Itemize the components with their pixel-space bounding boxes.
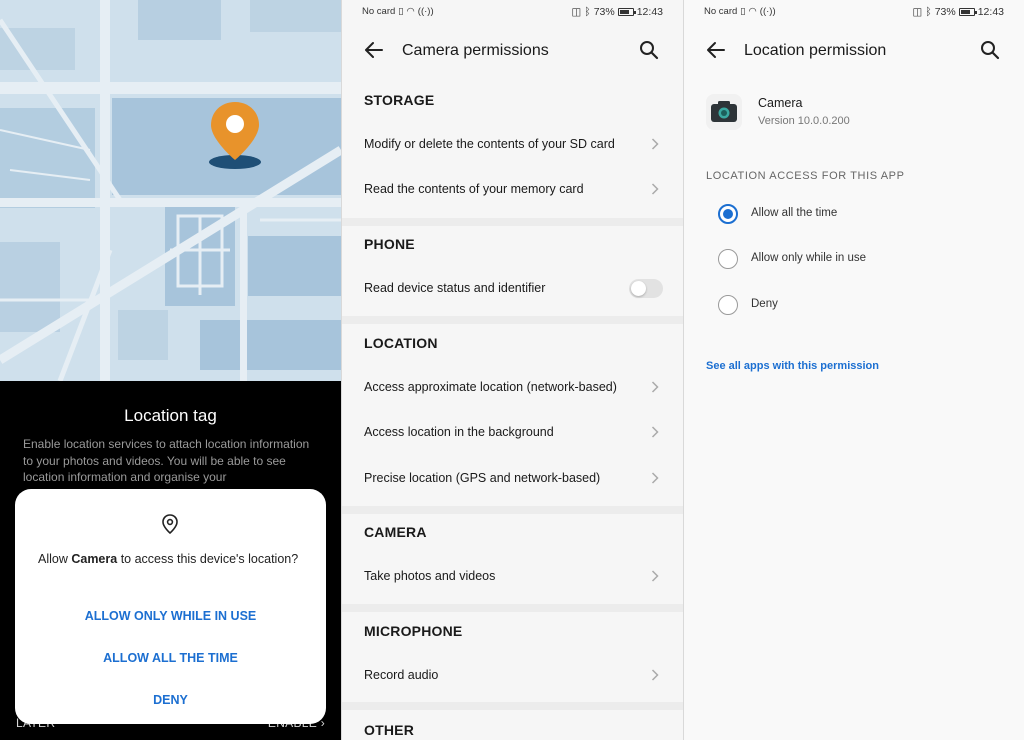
hotspot-icon: ((·)) [759,6,776,17]
clock: 12:43 [636,6,663,18]
app-version: Version 10.0.0.200 [758,115,850,127]
camera-app-icon [706,94,742,130]
clock: 12:43 [977,6,1004,18]
option-label: Deny [751,298,778,310]
section-microphone: MICROPHONE [364,623,463,639]
chevron-right-icon [651,426,659,438]
permission-row-device-status[interactable]: Read device status and identifier [342,267,683,311]
bluetooth-icon: ᛒ [925,6,932,18]
chevron-right-icon [651,570,659,582]
location-outline-icon [162,514,178,535]
permission-row-approx-location[interactable]: Access approximate location (network-bas… [342,366,683,410]
permission-label: Access location in the background [364,425,554,439]
no-card-label: No card [704,6,738,17]
permission-label: Record audio [364,668,439,682]
nfc-icon: ◫ [571,6,582,18]
hotspot-icon: ((·)) [417,6,434,17]
no-card-label: No card [362,6,396,17]
location-tag-description: Enable location services to attach locat… [23,437,310,484]
chevron-right-icon [651,138,659,150]
dialog-app-name: Camera [71,552,118,566]
sim-icon: ▯ [740,6,746,17]
wifi-icon: ◠ [748,6,757,17]
battery-icon [958,8,977,16]
search-icon[interactable] [639,40,659,60]
section-other: OTHER [364,722,414,738]
permission-row-sd-modify[interactable]: Modify or delete the contents of your SD… [342,123,683,167]
permission-row-memory-read[interactable]: Read the contents of your memory card [342,168,683,212]
nfc-icon: ◫ [912,6,923,18]
sim-icon: ▯ [398,6,404,17]
chevron-right-icon [651,183,659,195]
radio-button-selected[interactable] [718,204,738,224]
section-separator [342,316,683,324]
dialog-message: Allow Camera to access this device's loc… [38,552,299,566]
radio-button[interactable] [718,249,738,269]
bluetooth-icon: ᛒ [584,6,591,18]
section-separator [342,506,683,514]
section-storage: STORAGE [364,92,435,108]
allow-while-in-use-button[interactable]: ALLOW ONLY WHILE IN USE [15,609,326,623]
battery-percent: 73% [934,6,956,18]
toolbar: Camera permissions [342,34,683,68]
page-title: Location permission [744,42,887,59]
option-deny[interactable]: Deny [684,285,1024,325]
section-separator [342,702,683,710]
location-permission-screen: No card ▯ ◠ ((·)) ◫ ᛒ 73% 12:43 Location… [684,0,1024,740]
map-illustration [0,0,341,381]
status-bar: No card ▯ ◠ ((·)) ◫ ᛒ 73% 12:43 [362,6,663,20]
location-pin-icon [209,102,261,169]
permission-label: Precise location (GPS and network-based) [364,471,601,485]
deny-button[interactable]: DENY [15,693,326,707]
allow-all-the-time-button[interactable]: ALLOW ALL THE TIME [15,651,326,665]
chevron-right-icon [651,381,659,393]
toolbar: Location permission [684,34,1024,68]
status-bar: No card ▯ ◠ ((·)) ◫ ᛒ 73% 12:43 [704,6,1004,20]
battery-percent: 73% [593,6,615,18]
permission-label: Read the contents of your memory card [364,182,584,196]
section-phone: PHONE [364,236,415,252]
app-name: Camera [758,96,803,110]
option-label: Allow all the time [751,207,838,219]
permission-row-take-photos[interactable]: Take photos and videos [342,555,683,599]
permission-row-precise-location[interactable]: Precise location (GPS and network-based) [342,457,683,501]
section-separator [342,604,683,612]
option-label: Allow only while in use [751,252,867,264]
camera-permissions-screen: No card ▯ ◠ ((·)) ◫ ᛒ 73% 12:43 Camera p… [342,0,683,740]
page-title: Camera permissions [402,42,549,59]
location-access-subheader: LOCATION ACCESS FOR THIS APP [706,170,905,182]
location-tag-screen: Location tag Enable location services to… [0,0,341,740]
section-camera: CAMERA [364,524,427,540]
location-tag-title: Location tag [124,406,217,425]
see-all-apps-link[interactable]: See all apps with this permission [706,360,879,372]
section-separator [342,218,683,226]
chevron-right-icon [651,669,659,681]
back-arrow-icon[interactable] [706,40,726,60]
permission-row-record-audio[interactable]: Record audio [342,654,683,698]
chevron-right-icon [651,472,659,484]
permission-label: Take photos and videos [364,569,496,583]
section-location: LOCATION [364,335,438,351]
permission-label: Access approximate location (network-bas… [364,380,617,394]
permission-dialog: Allow Camera to access this device's loc… [15,489,326,724]
back-arrow-icon[interactable] [364,40,384,60]
permission-label: Read device status and identifier [364,281,546,295]
wifi-icon: ◠ [406,6,415,17]
radio-button[interactable] [718,295,738,315]
permission-row-background-location[interactable]: Access location in the background [342,411,683,455]
search-icon[interactable] [980,40,1000,60]
device-status-toggle[interactable] [629,279,663,298]
option-allow-all-the-time[interactable]: Allow all the time [684,194,1024,234]
option-allow-while-in-use[interactable]: Allow only while in use [684,239,1024,279]
battery-icon [617,8,636,16]
permission-label: Modify or delete the contents of your SD… [364,137,615,151]
